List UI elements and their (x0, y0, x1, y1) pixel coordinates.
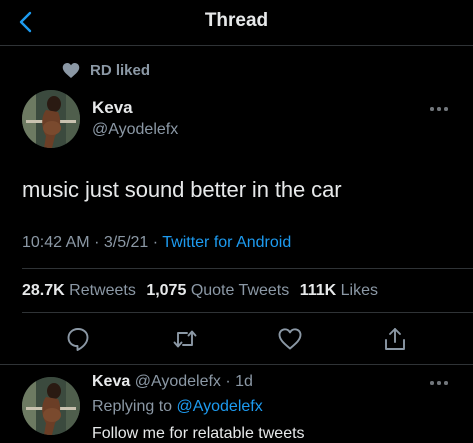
dot-icon (437, 107, 441, 111)
replying-to: Replying to @Ayodelefx (92, 398, 263, 416)
replying-prefix: Replying to (92, 398, 173, 415)
likes-stat[interactable]: 111K Likes (300, 282, 378, 299)
heart-filled-icon (62, 62, 80, 78)
replying-to-link[interactable]: @Ayodelefx (177, 398, 263, 415)
retweets-stat[interactable]: 28.7K Retweets (22, 282, 136, 299)
author-handle[interactable]: @Ayodelefx (92, 121, 178, 139)
tweet-date: 3/5/21 (103, 234, 149, 251)
tweet-source-link[interactable]: Twitter for Android (162, 234, 291, 251)
avatar-photo (22, 90, 80, 148)
like-icon (278, 328, 302, 350)
retweets-count: 28.7K (22, 282, 65, 299)
more-options-button[interactable] (430, 105, 452, 113)
dot-icon (444, 107, 448, 111)
divider (0, 364, 473, 365)
reply-author-handle[interactable]: @Ayodelefx (135, 373, 221, 390)
dot-icon (430, 107, 434, 111)
reply-header: Keva @Ayodelefx · 1d (92, 373, 253, 391)
dot-icon (444, 381, 448, 385)
likes-label: Likes (340, 282, 378, 299)
like-button[interactable] (277, 326, 303, 352)
reply-author-name[interactable]: Keva (92, 373, 130, 390)
author-name[interactable]: Keva (92, 98, 133, 118)
dot-icon (437, 381, 441, 385)
liked-context: RD liked (62, 60, 150, 80)
quote-tweets-label: Quote Tweets (190, 282, 290, 299)
tweet-text: music just sound better in the car (22, 177, 342, 202)
meta-separator: · (225, 373, 231, 390)
retweet-button[interactable] (172, 326, 198, 352)
reply-icon (67, 328, 89, 351)
page-title: Thread (204, 10, 269, 31)
tweet-time: 10:42 AM (22, 234, 90, 251)
avatar[interactable] (22, 90, 80, 148)
top-bar: Thread (0, 0, 473, 46)
likes-count: 111K (299, 282, 337, 299)
liked-text: RD liked (90, 61, 151, 79)
quote-tweets-stat[interactable]: 1,075 Quote Tweets (146, 282, 289, 299)
tweet-stats: 28.7K Retweets 1,075 Quote Tweets 111K L… (22, 282, 384, 300)
meta-separator: · (94, 234, 100, 251)
meta-separator: · (152, 234, 159, 251)
reply-more-options-button[interactable] (430, 379, 452, 387)
reply-age: 1d (235, 373, 253, 390)
divider (22, 312, 473, 313)
retweet-icon (173, 330, 197, 348)
share-button[interactable] (382, 326, 408, 352)
share-icon (385, 328, 405, 350)
avatar-photo (22, 377, 80, 435)
reply-text: Follow me for relatable tweets (92, 425, 305, 442)
dot-icon (430, 381, 434, 385)
retweets-label: Retweets (69, 282, 136, 299)
reply-button[interactable] (65, 326, 91, 352)
tweet-meta: 10:42 AM · 3/5/21 · Twitter for Android (22, 234, 291, 252)
divider (22, 268, 473, 269)
reply-avatar[interactable] (22, 377, 80, 435)
quote-tweets-count: 1,075 (146, 282, 187, 299)
